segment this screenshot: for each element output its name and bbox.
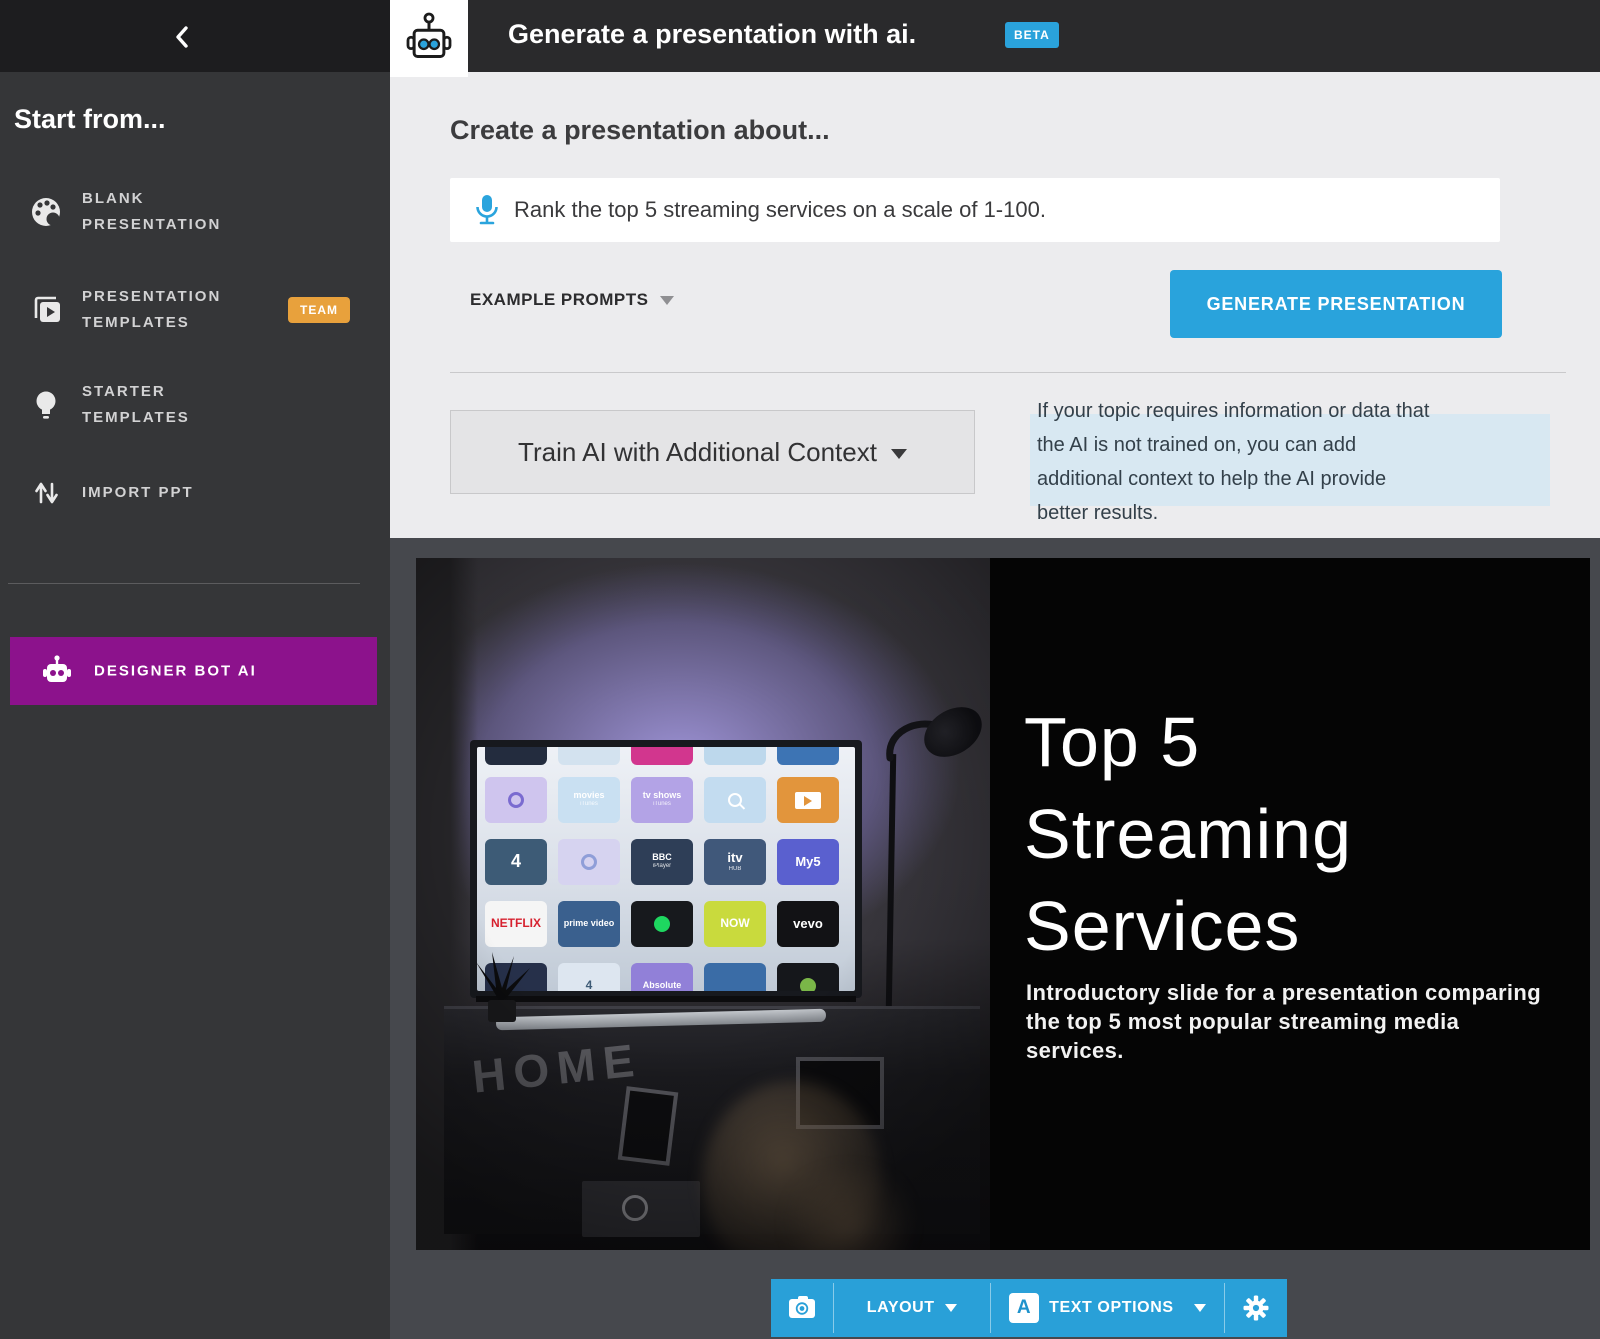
photo-vignette	[416, 558, 990, 1250]
text-style-icon: A	[1009, 1293, 1039, 1323]
helper-note: If your topic requires information or da…	[1030, 394, 1560, 544]
header: Generate a presentation with ai. BETA	[390, 0, 1600, 72]
chevron-left-icon	[168, 22, 198, 52]
sidebar-divider	[8, 583, 360, 584]
helper-line: the AI is not trained on, you can add	[1037, 428, 1547, 462]
app-window: Start from... BLANK PRESENTATION PRESENT…	[0, 0, 1600, 1339]
helper-line: If your topic requires information or da…	[1037, 394, 1547, 428]
sidebar-item-presentation-templates[interactable]: PRESENTATION TEMPLATES TEAM	[0, 275, 390, 345]
slide-preview[interactable]: moviesiTunestv showsiTunes4BBCiPlayeritv…	[416, 558, 1590, 1250]
chevron-down-icon	[1194, 1304, 1206, 1312]
slide-toolbar: LAYOUT A TEXT OPTIONS	[771, 1279, 1287, 1337]
app-logo	[390, 0, 468, 77]
sidebar-item-blank-presentation[interactable]: BLANK PRESENTATION	[0, 182, 390, 242]
section-heading: Create a presentation about...	[450, 115, 830, 146]
chevron-down-icon	[891, 449, 907, 459]
slide-title: Top 5 Streaming Services	[1024, 696, 1352, 972]
slide-subtitle-line: the top 5 most popular streaming media	[1026, 1007, 1541, 1036]
train-ai-label: Train AI with Additional Context	[518, 437, 877, 467]
text-options-dropdown[interactable]: A TEXT OPTIONS	[991, 1279, 1225, 1337]
example-prompts-dropdown[interactable]: EXAMPLE PROMPTS	[470, 290, 674, 310]
team-badge: TEAM	[288, 297, 350, 323]
helper-text: If your topic requires information or da…	[1037, 394, 1547, 530]
lightbulb-icon	[28, 387, 64, 423]
divider	[450, 372, 1566, 373]
sidebar-heading: Start from...	[14, 104, 166, 135]
generate-presentation-button[interactable]: GENERATE PRESENTATION	[1170, 270, 1502, 338]
beta-badge: BETA	[1005, 22, 1059, 48]
text-options-label: TEXT OPTIONS	[1049, 1299, 1174, 1317]
prompt-input[interactable]	[514, 178, 1494, 242]
slide-photo: moviesiTunestv showsiTunes4BBCiPlayeritv…	[416, 558, 990, 1250]
robot-icon	[40, 654, 74, 688]
palette-icon	[28, 194, 64, 230]
back-button[interactable]	[168, 22, 198, 52]
example-prompts-label: EXAMPLE PROMPTS	[470, 290, 648, 309]
gear-icon	[1242, 1294, 1270, 1322]
import-icon	[28, 475, 64, 511]
main-panel: Create a presentation about... EXAMPLE P…	[390, 72, 1600, 538]
chevron-down-icon	[660, 296, 674, 305]
slide-subtitle-line: services.	[1026, 1036, 1541, 1065]
sidebar-item-label: DESIGNER BOT AI	[94, 663, 257, 680]
slide-text-half: Top 5 Streaming Services Introductory sl…	[990, 558, 1590, 1250]
camera-icon	[787, 1295, 817, 1321]
sidebar-item-label: STARTER TEMPLATES	[82, 379, 277, 431]
templates-icon	[28, 292, 64, 328]
sidebar-item-label: IMPORT PPT	[82, 480, 277, 506]
chevron-down-icon	[945, 1304, 957, 1312]
helper-line: additional context to help the AI provid…	[1037, 462, 1547, 496]
sidebar: Start from... BLANK PRESENTATION PRESENT…	[0, 0, 390, 1339]
image-button[interactable]	[771, 1279, 833, 1337]
train-ai-dropdown[interactable]: Train AI with Additional Context	[450, 410, 975, 494]
settings-button[interactable]	[1225, 1279, 1287, 1337]
page-title: Generate a presentation with ai.	[508, 19, 916, 50]
sidebar-item-label: BLANK PRESENTATION	[82, 186, 277, 238]
sidebar-item-label: PRESENTATION TEMPLATES	[82, 284, 277, 336]
slide-title-line: Top 5	[1024, 696, 1352, 788]
layout-dropdown[interactable]: LAYOUT	[834, 1279, 990, 1337]
slide-subtitle: Introductory slide for a presentation co…	[1026, 978, 1541, 1065]
slide-title-line: Streaming	[1024, 788, 1352, 880]
sidebar-item-import-ppt[interactable]: IMPORT PPT	[0, 463, 390, 523]
microphone-icon[interactable]	[473, 192, 501, 228]
sidebar-item-designer-bot-ai[interactable]: DESIGNER BOT AI	[10, 637, 377, 705]
robot-icon	[401, 11, 457, 67]
helper-line: better results.	[1037, 496, 1547, 530]
sidebar-item-starter-templates[interactable]: STARTER TEMPLATES	[0, 375, 390, 435]
slide-subtitle-line: Introductory slide for a presentation co…	[1026, 978, 1541, 1007]
slide-title-line: Services	[1024, 880, 1352, 972]
layout-label: LAYOUT	[867, 1299, 935, 1317]
